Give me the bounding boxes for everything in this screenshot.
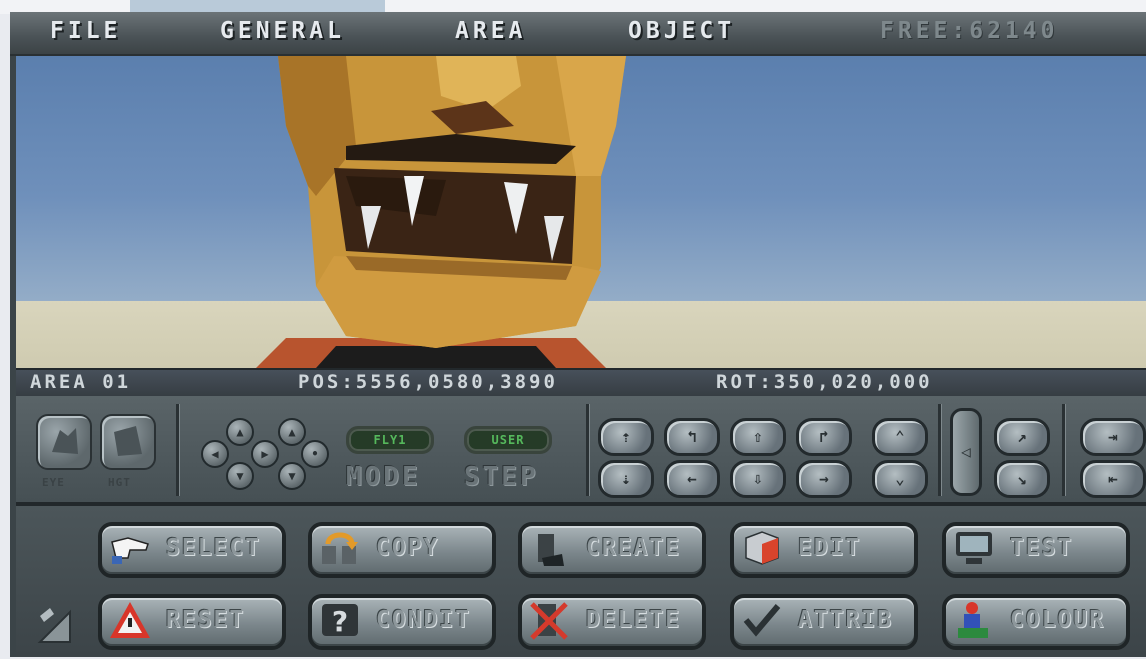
turn-left-button[interactable]: ↰ xyxy=(664,418,720,456)
rotation-readout: ROT:350,020,000 xyxy=(716,371,933,393)
warning-triangle-icon xyxy=(110,602,150,638)
lower-button[interactable]: ⇩ xyxy=(730,460,786,498)
next-button[interactable]: ⇥ xyxy=(1080,418,1146,456)
pad-up-button[interactable]: ▲ xyxy=(226,418,254,446)
menu-file[interactable]: FILE xyxy=(50,18,121,44)
command-area: SELECT COPY CREATE EDIT TEST RESET ? CON… xyxy=(16,506,1146,657)
reset-button[interactable]: RESET xyxy=(98,594,286,650)
edit-cube-icon xyxy=(745,531,779,565)
test-label: TEST xyxy=(1010,535,1074,561)
move-forward-button[interactable]: ⇡ xyxy=(598,418,654,456)
raise-button[interactable]: ⇧ xyxy=(730,418,786,456)
pad-right-button[interactable]: ▶ xyxy=(251,440,279,468)
position-readout: POS:5556,0580,3890 xyxy=(298,371,558,393)
delete-label: DELETE xyxy=(586,607,682,633)
strafe-right-button[interactable]: → xyxy=(796,460,852,498)
copy-label: COPY xyxy=(376,535,440,561)
paint-figure-icon xyxy=(958,602,988,638)
corner-ruler-icon[interactable] xyxy=(36,606,74,646)
camera-eye-button[interactable] xyxy=(36,414,92,470)
menu-bar: FILE GENERAL AREA OBJECT FREE:62140 xyxy=(10,12,1146,56)
attrib-button[interactable]: ATTRIB xyxy=(730,594,918,650)
condit-button[interactable]: ? CONDIT xyxy=(308,594,496,650)
camera-height-button[interactable] xyxy=(100,414,156,470)
menu-object[interactable]: OBJECT xyxy=(628,18,735,44)
fly-mode-indicator[interactable]: FLY1 xyxy=(346,426,434,454)
status-bar: AREA 01 POS:5556,0580,3890 ROT:350,020,0… xyxy=(16,368,1146,398)
condit-label: CONDIT xyxy=(376,607,472,633)
pointing-hand-icon xyxy=(111,537,149,564)
copy-arrow-icon xyxy=(322,532,358,564)
create-block-icon xyxy=(538,534,564,566)
create-label: CREATE xyxy=(586,535,682,561)
height-icon xyxy=(114,426,142,456)
cross-out-icon xyxy=(530,602,568,640)
tilt-up-button[interactable]: ↗ xyxy=(994,418,1050,456)
step-label: STEP xyxy=(464,462,539,492)
eye-level-icon xyxy=(52,428,78,454)
edit-button[interactable]: EDIT xyxy=(730,522,918,578)
question-mark-icon: ? xyxy=(322,604,358,638)
delete-button[interactable]: DELETE xyxy=(518,594,706,650)
select-button[interactable]: SELECT xyxy=(98,522,286,578)
camera-height-label: HGT xyxy=(108,476,131,489)
attrib-label: ATTRIB xyxy=(798,607,894,633)
look-down-button[interactable]: ⌄ xyxy=(872,460,928,498)
pad-down-button[interactable]: ▼ xyxy=(226,462,254,490)
colour-label: COLOUR xyxy=(1010,607,1106,633)
divider xyxy=(586,404,589,496)
strafe-left-button[interactable]: ← xyxy=(664,460,720,498)
pad-left-button[interactable]: ◀ xyxy=(201,440,229,468)
copy-button[interactable]: COPY xyxy=(308,522,496,578)
mode-label: MODE xyxy=(346,462,421,492)
pad-center-button[interactable]: • xyxy=(301,440,329,468)
menu-general[interactable]: GENERAL xyxy=(220,18,345,44)
reset-label: RESET xyxy=(166,607,246,633)
divider xyxy=(176,404,179,496)
control-panel: EYE HGT ▲ ◀ ▼ ▶ ▲ ▼ • FLY1 USER MODE STE… xyxy=(16,396,1146,506)
free-memory-readout: FREE:62140 xyxy=(880,18,1059,44)
colour-button[interactable]: COLOUR xyxy=(942,594,1130,650)
checkmark-icon xyxy=(743,604,781,637)
divider xyxy=(938,404,941,496)
edit-label: EDIT xyxy=(798,535,862,561)
create-button[interactable]: CREATE xyxy=(518,522,706,578)
editor-screen: FILE GENERAL AREA OBJECT FREE:62140 AREA… xyxy=(10,12,1146,657)
turn-right-button[interactable]: ↱ xyxy=(796,418,852,456)
camera-eye-label: EYE xyxy=(42,476,65,489)
3d-viewport[interactable] xyxy=(16,56,1146,368)
area-readout: AREA 01 xyxy=(30,371,132,393)
pad-back-button[interactable]: ▼ xyxy=(278,462,306,490)
test-button[interactable]: TEST xyxy=(942,522,1130,578)
select-label: SELECT xyxy=(166,535,262,561)
monitor-icon xyxy=(956,532,992,564)
menu-area[interactable]: AREA xyxy=(455,18,526,44)
pad-forward-button[interactable]: ▲ xyxy=(278,418,306,446)
look-up-button[interactable]: ⌃ xyxy=(872,418,928,456)
scene-object-face xyxy=(256,56,626,368)
divider xyxy=(1062,404,1065,496)
prev-button[interactable]: ⇤ xyxy=(1080,460,1146,498)
move-back-button[interactable]: ⇣ xyxy=(598,460,654,498)
tilt-down-button[interactable]: ↘ xyxy=(994,460,1050,498)
rotate-side-button[interactable]: ◁ xyxy=(950,408,982,496)
svg-text:?: ? xyxy=(332,605,348,638)
user-step-indicator[interactable]: USER xyxy=(464,426,552,454)
